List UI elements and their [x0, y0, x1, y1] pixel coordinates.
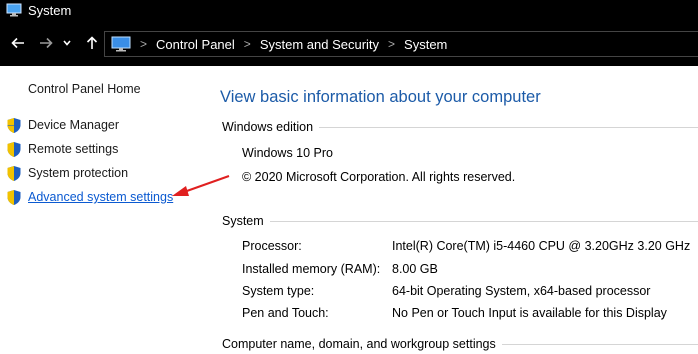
shield-icon	[7, 141, 21, 157]
sidebar-item-label: System protection	[28, 166, 129, 180]
title-bar: System	[0, 0, 698, 22]
chevron-down-icon	[63, 40, 71, 46]
sidebar-item-advanced-system-settings[interactable]: Advanced system settings	[6, 188, 173, 206]
forward-arrow-icon	[40, 37, 53, 49]
breadcrumb-separator-icon: >	[388, 37, 396, 51]
section-windows-edition: Windows edition	[222, 120, 698, 134]
section-system: System	[222, 214, 698, 228]
section-divider	[501, 343, 698, 345]
section-title: System	[222, 214, 264, 228]
back-arrow-icon	[11, 37, 24, 49]
window-title: System	[28, 3, 72, 18]
recent-locations-button[interactable]	[60, 33, 74, 53]
processor-value: Intel(R) Core(TM) i5-4460 CPU @ 3.20GHz …	[392, 239, 691, 253]
sidebar-item-device-manager[interactable]: Device Manager	[6, 116, 119, 134]
page-title: View basic information about your comput…	[220, 88, 541, 106]
back-button[interactable]	[8, 33, 28, 53]
memory-label: Installed memory (RAM):	[242, 262, 381, 276]
breadcrumb-system[interactable]: System	[404, 37, 447, 52]
sidebar-item-system-protection[interactable]: System protection	[6, 164, 128, 182]
sidebar-item-label: Device Manager	[28, 118, 120, 132]
up-arrow-icon	[86, 36, 98, 49]
computer-icon	[111, 36, 131, 52]
navigation-bar: > Control Panel > System and Security > …	[0, 22, 698, 66]
system-type-value: 64-bit Operating System, x64-based proce…	[392, 284, 651, 298]
address-bar[interactable]: > Control Panel > System and Security > …	[104, 31, 698, 57]
shield-icon	[7, 165, 21, 181]
main-content: View basic information about your comput…	[200, 66, 698, 354]
sidebar-item-label: Remote settings	[28, 142, 119, 156]
section-title: Computer name, domain, and workgroup set…	[222, 337, 496, 351]
up-button[interactable]	[82, 33, 102, 53]
processor-label: Processor:	[242, 239, 302, 253]
shield-icon	[7, 117, 21, 133]
pen-touch-value: No Pen or Touch Input is available for t…	[392, 306, 667, 320]
memory-value: 8.00 GB	[392, 262, 438, 276]
control-panel-home-link[interactable]: Control Panel Home	[28, 82, 141, 96]
system-monitor-icon	[6, 3, 22, 17]
copyright-text: © 2020 Microsoft Corporation. All rights…	[242, 170, 516, 184]
section-title: Windows edition	[222, 120, 314, 134]
sidebar: Control Panel Home Device Manager Remote…	[0, 66, 200, 354]
section-divider	[269, 220, 698, 222]
sidebar-item-remote-settings[interactable]: Remote settings	[6, 140, 118, 158]
breadcrumb-system-and-security[interactable]: System and Security	[260, 37, 379, 52]
forward-button[interactable]	[36, 33, 56, 53]
shield-icon	[7, 189, 21, 205]
breadcrumb-control-panel[interactable]: Control Panel	[156, 37, 235, 52]
section-computer-name: Computer name, domain, and workgroup set…	[222, 337, 698, 351]
windows-edition-value: Windows 10 Pro	[242, 146, 334, 160]
sidebar-item-label: Advanced system settings	[28, 190, 174, 204]
breadcrumb-separator-icon: >	[140, 37, 148, 51]
pen-touch-label: Pen and Touch:	[242, 306, 329, 320]
section-divider	[319, 126, 698, 128]
breadcrumb-separator-icon: >	[243, 37, 251, 51]
system-type-label: System type:	[242, 284, 315, 298]
